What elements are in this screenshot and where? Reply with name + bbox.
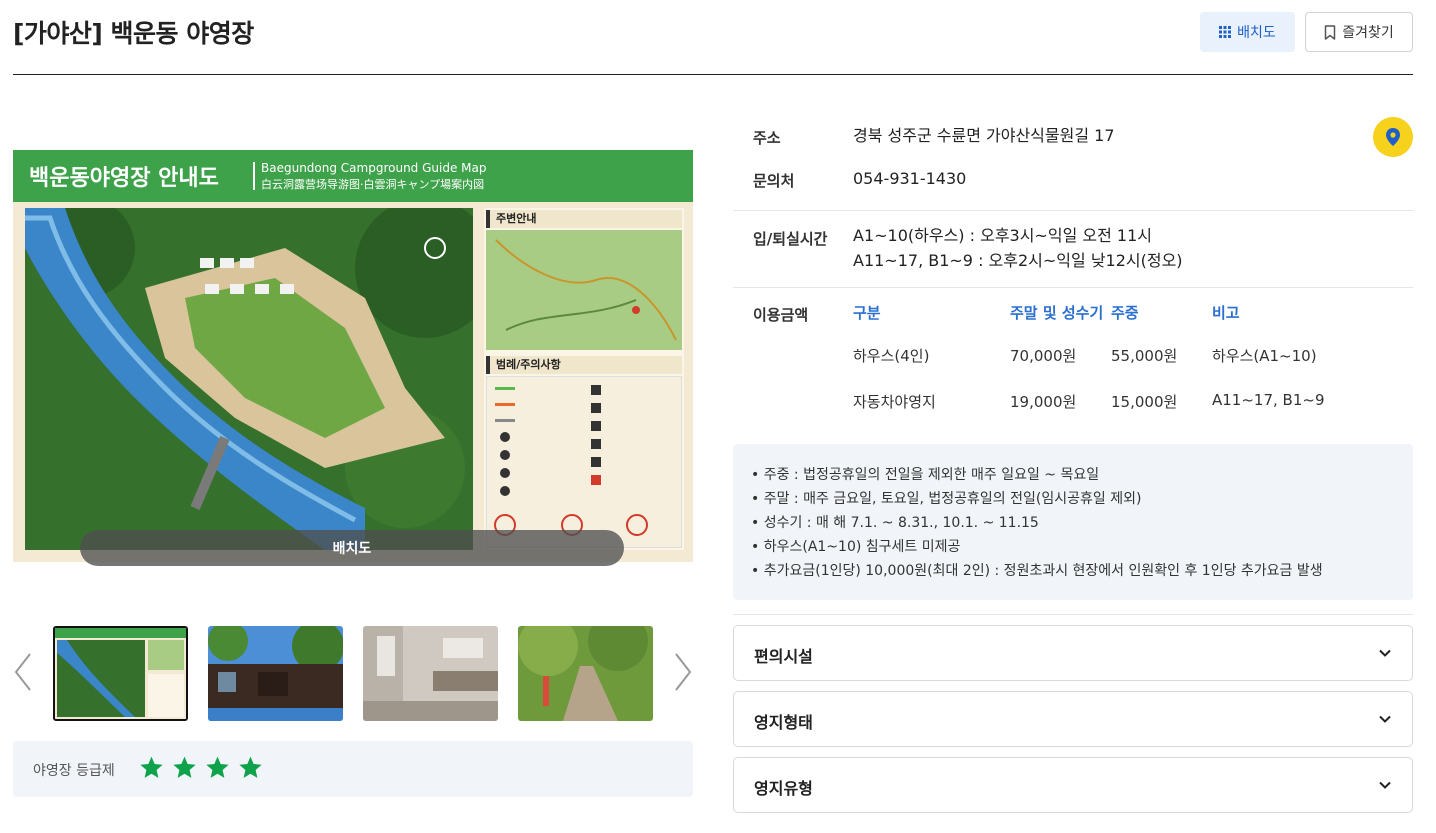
map-caption: 배치도	[80, 530, 624, 566]
chevron-right-icon	[675, 653, 692, 691]
checkin-label: 입/퇴실시간	[753, 230, 828, 248]
phone-label: 문의처	[753, 172, 795, 190]
chevron-left-icon	[14, 653, 31, 691]
legend-graphic	[494, 385, 648, 536]
chevron-down-icon	[1379, 781, 1391, 789]
star-icon	[173, 756, 196, 778]
map-pin-icon	[1386, 128, 1400, 146]
accordion-site-type-label: 영지유형	[754, 779, 813, 798]
price-label: 이용금액	[753, 306, 809, 324]
note-text: 주말 : 매주 금요일, 토요일, 법정공휴일의 전일(임시공휴일 제외)	[763, 491, 1142, 507]
star-icon	[239, 756, 262, 778]
carousel-next-button[interactable]	[672, 652, 694, 692]
thumbnail-cabin-image	[208, 626, 343, 721]
bookmark-icon	[1324, 24, 1336, 40]
map-terrain-graphic	[25, 208, 473, 550]
star-icon	[206, 756, 229, 778]
map-title-cjk: 白云洞露营场导游图·白雲洞キャンプ場案内図	[261, 178, 485, 191]
grid-icon	[1219, 26, 1232, 38]
accordion-facilities-label: 편의시설	[754, 647, 813, 666]
price-cell: 하우스(4인)	[853, 347, 930, 365]
thumbnail-trail[interactable]	[518, 626, 653, 721]
map-title-ko: 백운동야영장 안내도	[29, 166, 219, 191]
neighborhood-minimap	[486, 230, 682, 350]
map-legend-heading: 범례/주의사항	[486, 356, 682, 374]
price-header-weekend: 주말 및 성수기	[1010, 304, 1104, 322]
star-icon	[140, 756, 163, 778]
thumbnail-washroom[interactable]	[363, 626, 498, 721]
accordion-site-form-label: 영지형태	[754, 713, 813, 732]
chevron-down-icon	[1379, 649, 1391, 657]
info-divider	[733, 614, 1413, 615]
note-text: 성수기 : 매 해 7.1. ~ 8.31., 10.1. ~ 11.15	[763, 515, 1039, 531]
thumbnail-cabin[interactable]	[208, 626, 343, 721]
price-cell: 55,000원	[1111, 347, 1178, 365]
location-button[interactable]	[1373, 117, 1413, 157]
price-header-type: 구분	[853, 304, 881, 322]
note-text: 하우스(A1~10) 침구세트 미제공	[763, 539, 961, 555]
thumbnail-map[interactable]	[53, 626, 188, 721]
minimap-graphic	[486, 230, 682, 350]
price-cell: 19,000원	[1010, 393, 1077, 411]
accordion-site-type[interactable]: 영지유형	[733, 757, 1413, 813]
info-divider	[733, 210, 1413, 211]
price-cell: 70,000원	[1010, 347, 1077, 365]
carousel-prev-button[interactable]	[12, 652, 34, 692]
price-cell: 자동차야영지	[853, 393, 936, 411]
phone-value: 054-931-1430	[853, 169, 967, 188]
map-illustration	[25, 208, 473, 550]
price-cell: 15,000원	[1111, 393, 1178, 411]
campground-map-image[interactable]: 백운동야영장 안내도 Baegundong Campground Guide M…	[13, 150, 693, 562]
checkin-line-2: A11~17, B1~9 : 오후2시~익일 낮12시(정오)	[853, 251, 1183, 270]
title-divider	[13, 74, 1413, 75]
note-item: • 하우스(A1~10) 침구세트 미제공	[751, 539, 961, 555]
chevron-down-icon	[1379, 715, 1391, 723]
checkin-line-1: A1~10(하우스) : 오후3시~익일 오전 11시	[853, 226, 1152, 245]
address-value: 경북 성주군 수륜면 가야산식물원길 17	[853, 126, 1115, 145]
price-header-weekday: 주중	[1111, 304, 1139, 322]
accordion-site-form[interactable]: 영지형태	[733, 691, 1413, 747]
grade-label: 야영장 등급제	[33, 763, 115, 779]
map-title-en: Baegundong Campground Guide Map	[261, 161, 487, 175]
favorite-button[interactable]: 즐겨찾기	[1305, 12, 1413, 52]
note-item: • 주말 : 매주 금요일, 토요일, 법정공휴일의 전일(임시공휴일 제외)	[751, 491, 1142, 507]
info-divider	[733, 287, 1413, 288]
thumbnail-washroom-image	[363, 626, 498, 721]
price-notes: • 주중 : 법정공휴일의 전일을 제외한 매주 일요일 ~ 목요일 • 주말 …	[733, 444, 1413, 600]
map-side-panel: 주변안내 범례/주의사항	[484, 208, 684, 550]
grade-stars	[139, 755, 263, 780]
layout-map-button[interactable]: 배치도	[1200, 12, 1295, 52]
layout-map-button-label: 배치도	[1237, 25, 1276, 41]
map-neighborhood-heading: 주변안내	[486, 210, 682, 228]
favorite-button-label: 즐겨찾기	[1342, 25, 1394, 41]
price-header-note: 비고	[1212, 304, 1240, 322]
thumbnail-trail-image	[518, 626, 653, 721]
thumbnail-map-image	[55, 628, 186, 719]
address-label: 주소	[753, 129, 781, 147]
price-cell: A11~17, B1~9	[1212, 391, 1325, 409]
page-title: [가야산] 백운동 야영장	[13, 19, 254, 48]
note-item: • 추가요금(1인당) 10,000원(최대 2인) : 정원초과시 현장에서 …	[751, 563, 1323, 579]
map-legend	[486, 376, 682, 548]
note-item: • 성수기 : 매 해 7.1. ~ 8.31., 10.1. ~ 11.15	[751, 515, 1039, 531]
price-cell: 하우스(A1~10)	[1212, 347, 1317, 365]
note-item: • 주중 : 법정공휴일의 전일을 제외한 매주 일요일 ~ 목요일	[751, 467, 1100, 483]
note-text: 주중 : 법정공휴일의 전일을 제외한 매주 일요일 ~ 목요일	[763, 467, 1100, 483]
map-title-separator	[253, 162, 255, 190]
accordion-facilities[interactable]: 편의시설	[733, 625, 1413, 681]
campground-grade: 야영장 등급제	[13, 741, 693, 797]
note-text: 추가요금(1인당) 10,000원(최대 2인) : 정원초과시 현장에서 인원…	[763, 563, 1323, 579]
map-header: 백운동야영장 안내도 Baegundong Campground Guide M…	[13, 150, 693, 202]
